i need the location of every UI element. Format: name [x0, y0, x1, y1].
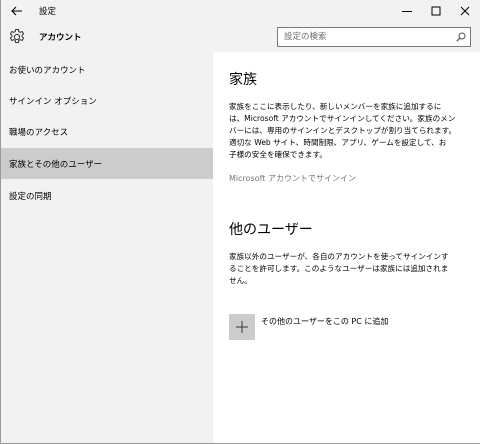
sidebar-item-sync-settings[interactable]: 設定の同期	[1, 180, 213, 211]
family-description-line: 子様の安全を確保できます。	[229, 150, 327, 159]
sidebar-item-family-other-users[interactable]: 家族とその他のユーザー	[1, 148, 213, 179]
close-icon	[460, 6, 469, 16]
page-header: アカウント	[1, 22, 480, 52]
sidebar: お使いのアカウント サインイン オプション 職場のアクセス 家族とその他のユーザ…	[1, 52, 213, 443]
back-arrow-icon	[11, 6, 22, 16]
add-user-label[interactable]: その他のユーザーをこの PC に追加	[261, 316, 388, 327]
sidebar-item-label: 職場のアクセス	[9, 127, 69, 138]
sidebar-item-work-access[interactable]: 職場のアクセス	[1, 116, 213, 147]
gear-icon	[9, 29, 25, 43]
other-users-description: 家族以外のユーザーが、各自のアカウントを使ってサインインす ることを許可します。…	[229, 251, 471, 287]
sidebar-item-your-account[interactable]: お使いのアカウント	[1, 54, 213, 85]
back-button[interactable]	[7, 2, 27, 20]
microsoft-signin-link[interactable]: Microsoft アカウントでサインイン	[229, 173, 356, 184]
sidebar-item-label: お使いのアカウント	[9, 65, 86, 76]
close-button[interactable]	[450, 0, 479, 22]
sidebar-item-label: サインイン オプション	[9, 96, 97, 107]
settings-window: 設定 アカウント お使いのアカウント	[0, 0, 480, 444]
title-bar: 設定	[1, 0, 480, 22]
family-description-line: 適切な Web サイト、時間制限、アプリ、ゲームを設定して、お	[229, 138, 447, 147]
plus-icon	[236, 321, 248, 333]
family-heading: 家族	[229, 72, 257, 88]
search-icon[interactable]	[456, 32, 466, 42]
sidebar-item-label: 家族とその他のユーザー	[9, 159, 103, 170]
sidebar-item-label: 設定の同期	[9, 191, 52, 202]
search-input[interactable]	[278, 28, 454, 46]
minimize-button[interactable]	[392, 0, 421, 22]
other-users-description-line: せん。	[229, 276, 252, 285]
main-content: 家族 家族をここに表示したり、新しいメンバーを家族に追加するに は、Micros…	[213, 52, 480, 443]
page-title: アカウント	[39, 33, 82, 43]
family-description: 家族をここに表示したり、新しいメンバーを家族に追加するに は、Microsoft…	[229, 101, 471, 161]
other-users-heading: 他のユーザー	[229, 222, 313, 238]
add-user-button[interactable]	[229, 314, 255, 340]
other-users-description-line: ることを許可します。このようなユーザーは家族には追加されま	[229, 264, 449, 273]
other-users-description-line: 家族以外のユーザーが、各自のアカウントを使ってサインインす	[229, 252, 449, 261]
family-description-line: バーには、専用のサインインとデスクトップが割り当てられます。	[229, 126, 457, 135]
sidebar-item-sign-in-options[interactable]: サインイン オプション	[1, 85, 213, 116]
family-description-line: は、Microsoft アカウントでサインインしてください。家族のメン	[229, 114, 456, 123]
search-box[interactable]	[277, 27, 471, 47]
maximize-button[interactable]	[421, 0, 450, 22]
minimize-icon	[401, 11, 412, 12]
family-description-line: 家族をここに表示したり、新しいメンバーを家族に追加するに	[229, 102, 442, 111]
window-title: 設定	[39, 7, 57, 17]
maximize-icon	[431, 6, 440, 16]
